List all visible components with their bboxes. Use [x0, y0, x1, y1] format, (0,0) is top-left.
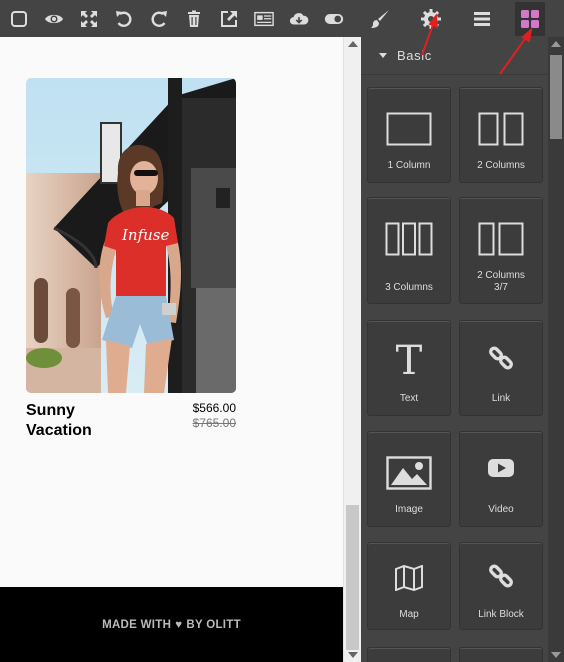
redo-icon	[151, 10, 167, 27]
page-footer[interactable]: MADE WITH ♥ BY OLITT	[0, 587, 343, 662]
two-columns-icon	[460, 112, 542, 146]
brush-icon	[371, 9, 389, 28]
layer-manager-button[interactable]	[465, 2, 499, 36]
block-image[interactable]: Image	[367, 431, 451, 527]
undo-button[interactable]	[107, 2, 141, 36]
panel-switcher	[361, 0, 564, 37]
newspaper-icon	[254, 11, 274, 26]
product-title-line-2: Vacation	[26, 422, 92, 439]
export-icon	[221, 10, 237, 27]
product-title[interactable]: Sunny Vacation	[26, 401, 136, 441]
block-link[interactable]: Link	[459, 320, 543, 416]
block-category-header[interactable]: Basic	[361, 37, 548, 75]
block-label: 2 Columns	[477, 160, 525, 171]
block-partial[interactable]	[459, 647, 543, 662]
block-label: Link	[491, 393, 511, 404]
block-label: Image	[395, 504, 423, 515]
toggle-icon	[324, 13, 344, 24]
scroll-down-arrow-icon[interactable]	[348, 652, 358, 658]
block-2-columns[interactable]: 2 Columns	[459, 87, 543, 183]
block-1-column[interactable]: 1 Column	[367, 87, 451, 183]
blocks-scrollbar[interactable]	[548, 37, 564, 662]
style-manager-button[interactable]	[363, 2, 397, 36]
canvas-scroll-thumb[interactable]	[346, 505, 359, 650]
blocks-panel: Basic 1 Column 2 Columns 3 Columns 2 Col…	[361, 37, 548, 662]
export-button[interactable]	[212, 2, 246, 36]
block-label: 1 Column	[387, 160, 431, 171]
block-label: Text	[399, 393, 419, 404]
scroll-up-arrow-icon[interactable]	[348, 41, 358, 47]
product-photo: Infuse	[26, 78, 236, 393]
product-title-line-1: Sunny	[26, 402, 75, 419]
heart-icon: ♥	[175, 618, 183, 631]
product-image[interactable]: Infuse	[26, 78, 236, 393]
footer-prefix: MADE WITH	[102, 618, 172, 631]
bars-icon	[474, 11, 490, 26]
blocks-scroll-thumb[interactable]	[550, 55, 562, 139]
map-icon	[368, 565, 450, 591]
download-button[interactable]	[282, 2, 316, 36]
block-2-columns-3-7[interactable]: 2 Columns 3/7	[459, 197, 543, 304]
blocks-grid-icon	[521, 9, 539, 28]
clear-canvas-button[interactable]	[177, 2, 211, 36]
redo-button[interactable]	[142, 2, 176, 36]
cloud-download-icon	[289, 12, 309, 24]
fullscreen-icon	[81, 10, 97, 27]
blocks-button[interactable]	[515, 1, 545, 36]
block-link-block[interactable]: Link Block	[459, 542, 543, 630]
one-column-icon	[368, 112, 450, 146]
sw-visibility-button[interactable]	[2, 2, 36, 36]
block-partial[interactable]	[367, 647, 451, 662]
block-map[interactable]: Map	[367, 542, 451, 630]
link-icon	[460, 345, 542, 371]
block-label: Video	[488, 504, 514, 515]
block-label: Link Block	[478, 609, 524, 620]
block-3-columns[interactable]: 3 Columns	[367, 197, 451, 304]
product-price[interactable]: $566.00	[150, 401, 236, 416]
fullscreen-button[interactable]	[72, 2, 106, 36]
toggle-button[interactable]	[317, 2, 351, 36]
block-label-secondary: 3/7	[494, 282, 508, 293]
block-label: Map	[399, 609, 419, 620]
canvas-scrollbar[interactable]	[343, 37, 361, 662]
editor-canvas[interactable]: Infuse Sunny Vacation $566.00 $765.00 MA…	[0, 37, 343, 662]
text-icon: T	[368, 339, 450, 379]
block-text[interactable]: T Text	[367, 320, 451, 416]
youtube-play-icon	[460, 458, 542, 478]
top-toolbar	[0, 0, 361, 37]
gear-icon	[421, 8, 441, 29]
block-label: 3 Columns	[385, 282, 433, 293]
preview-button[interactable]	[37, 2, 71, 36]
svg-text:T: T	[396, 339, 423, 379]
block-category-title: Basic	[397, 48, 432, 63]
image-icon	[368, 456, 450, 490]
settings-button[interactable]	[414, 2, 448, 36]
scroll-up-arrow-icon[interactable]	[551, 41, 561, 47]
caret-down-icon	[379, 53, 387, 58]
eye-icon	[45, 14, 63, 23]
editor-window: Infuse Sunny Vacation $566.00 $765.00 MA…	[0, 0, 564, 662]
undo-icon	[116, 10, 132, 27]
block-label: 2 Columns	[477, 270, 525, 281]
footer-suffix: BY OLITT	[186, 618, 241, 631]
link-block-icon	[460, 563, 542, 589]
product-old-price[interactable]: $765.00	[150, 416, 236, 431]
trash-icon	[188, 10, 200, 27]
block-video[interactable]: Video	[459, 431, 543, 527]
shirt-print: Infuse	[121, 226, 169, 244]
three-columns-icon	[368, 222, 450, 256]
two-columns-3-7-icon	[460, 222, 542, 256]
templates-button[interactable]	[247, 2, 281, 36]
scroll-down-arrow-icon[interactable]	[551, 652, 561, 658]
sw-visibility-icon	[11, 10, 27, 27]
